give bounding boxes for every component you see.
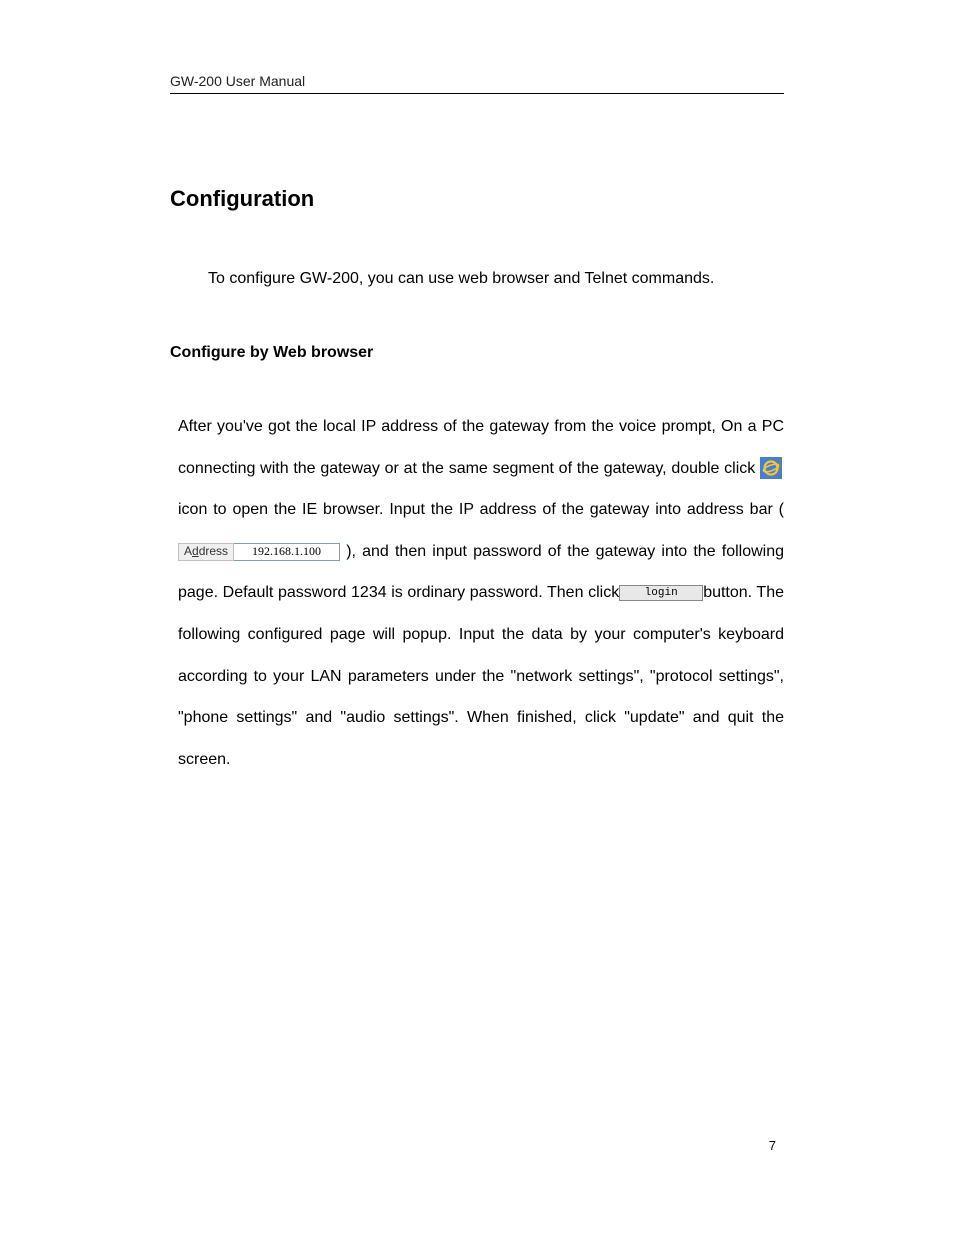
address-input[interactable]: 192.168.1.100 — [234, 543, 340, 561]
ie-browser-icon — [760, 457, 782, 479]
address-label: Address — [178, 543, 234, 561]
login-button[interactable]: login — [619, 585, 703, 601]
body-text-1: After you've got the local IP address of… — [178, 418, 784, 477]
page-number: 7 — [769, 1138, 776, 1153]
section-title: Configuration — [170, 186, 784, 212]
intro-paragraph: To configure GW-200, you can use web bro… — [208, 270, 784, 288]
body-text-2: icon to open the IE browser. Input the I… — [178, 501, 784, 518]
address-bar: Address192.168.1.100 — [178, 543, 340, 561]
subsection-title: Configure by Web browser — [170, 344, 784, 362]
body-text-4: button. The following configured page wi… — [178, 584, 784, 767]
page-header: GW-200 User Manual — [170, 73, 784, 94]
body-paragraph: After you've got the local IP address of… — [178, 406, 784, 780]
